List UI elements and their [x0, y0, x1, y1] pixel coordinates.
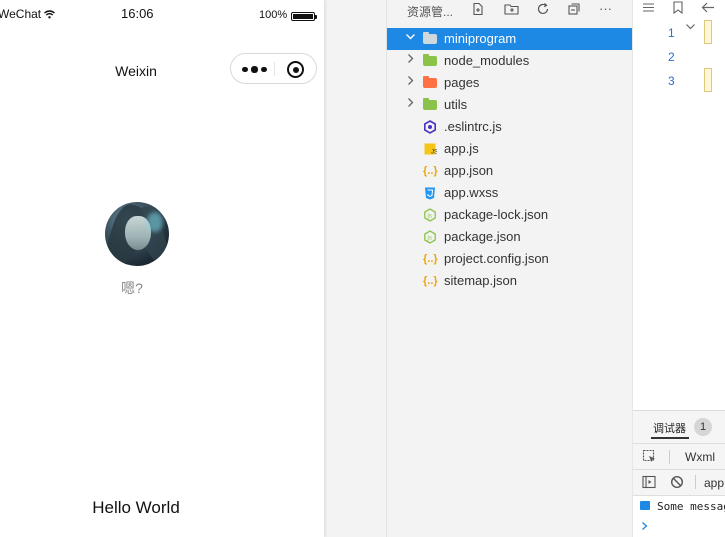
tree-item-miniprogram[interactable]: miniprogram — [387, 28, 633, 50]
tree-item-utils[interactable]: utils — [387, 94, 633, 116]
hello-text: Hello World — [92, 498, 180, 517]
explorer-toolbar: 资源管... ··· — [387, 0, 633, 22]
tree-item-package-lock[interactable]: js package-lock.json — [387, 204, 633, 226]
count-badge: 1 — [694, 418, 712, 436]
tab-debugger[interactable]: 调试器 — [653, 420, 686, 436]
new-file-icon[interactable] — [471, 2, 485, 19]
status-time: 16:06 — [121, 6, 154, 21]
list-icon[interactable] — [642, 1, 655, 17]
bookmark-icon[interactable] — [672, 1, 684, 17]
css-file-icon — [423, 186, 437, 200]
file-tree: miniprogram node_modules pages utils .es… — [387, 28, 633, 292]
line-number: 3 — [668, 74, 675, 88]
npm-file-icon: js — [423, 208, 437, 222]
tree-item-label: miniprogram — [444, 31, 517, 46]
svg-text:JS: JS — [431, 150, 437, 156]
tree-item-label: app.js — [444, 141, 479, 156]
tree-item-label: node_modules — [444, 53, 530, 68]
debug-panel: 调试器 1 Wxml app Some messag — [632, 410, 725, 537]
more-actions-icon[interactable]: ··· — [599, 2, 612, 16]
devtools-window: WeChat 16:06 100% Weixin 嗯? Hello World … — [0, 0, 725, 537]
tree-item-sitemap[interactable]: {..} sitemap.json — [387, 270, 633, 292]
tree-item-node-modules[interactable]: node_modules — [387, 50, 633, 72]
npm-file-icon: js — [423, 230, 437, 244]
message-icon — [640, 501, 650, 510]
folder-icon — [423, 32, 437, 46]
new-folder-icon[interactable] — [504, 2, 519, 19]
carrier-label: WeChat — [0, 7, 56, 21]
tree-item-eslintrc[interactable]: .eslintrc.js — [387, 116, 633, 138]
clear-console-icon[interactable] — [670, 475, 684, 494]
devtools-tabs: Wxml — [633, 443, 725, 469]
tree-item-package-json[interactable]: js package.json — [387, 226, 633, 248]
chevron-right-icon[interactable] — [405, 75, 416, 89]
node-folder-icon — [423, 54, 437, 68]
tree-item-project-config[interactable]: {..} project.config.json — [387, 248, 633, 270]
json-file-icon: {..} — [423, 165, 438, 177]
console-message: Some messag — [633, 495, 725, 517]
indent-guide — [704, 68, 712, 92]
console-toolbar: app — [633, 469, 725, 495]
chevron-down-icon[interactable] — [405, 31, 416, 45]
refresh-icon[interactable] — [536, 2, 550, 19]
tree-item-app-wxss[interactable]: app.wxss — [387, 182, 633, 204]
wifi-icon — [44, 10, 56, 19]
indent-guide — [704, 20, 712, 44]
back-arrow-icon[interactable] — [701, 1, 715, 17]
tree-item-label: pages — [444, 75, 480, 90]
tree-item-label: .eslintrc.js — [444, 119, 502, 134]
avatar[interactable] — [105, 202, 169, 266]
tree-item-label: sitemap.json — [444, 273, 517, 288]
tree-item-app-js[interactable]: JS app.js — [387, 138, 633, 160]
chevron-right-icon[interactable] — [405, 97, 416, 111]
more-icon[interactable] — [242, 66, 267, 73]
line-number: 2 — [668, 50, 675, 64]
pages-folder-icon — [423, 76, 437, 90]
capsule-divider — [274, 62, 275, 76]
tree-item-label: project.config.json — [444, 251, 549, 266]
svg-text:js: js — [427, 236, 432, 242]
battery-percent: 100% — [259, 9, 288, 21]
utils-folder-icon — [423, 98, 437, 112]
user-nickname: 嗯? — [121, 280, 143, 296]
eslint-icon — [423, 120, 437, 134]
code-editor[interactable]: 1 2 3 — [632, 0, 725, 410]
context-select[interactable]: app — [704, 476, 724, 490]
tree-item-label: package-lock.json — [444, 207, 549, 222]
json-file-icon: {..} — [423, 253, 438, 265]
simulator-panel: WeChat 16:06 100% Weixin 嗯? Hello World — [0, 0, 386, 537]
console-input[interactable] — [633, 517, 725, 537]
inspect-element-icon[interactable] — [642, 449, 657, 469]
explorer-title: 资源管... — [407, 5, 454, 19]
tab-wxml[interactable]: Wxml — [685, 450, 715, 464]
json-file-icon: {..} — [423, 275, 438, 287]
collapse-all-icon[interactable] — [567, 2, 581, 19]
phone-screen: WeChat 16:06 100% Weixin 嗯? Hello World — [0, 0, 324, 537]
active-tab-indicator — [651, 437, 689, 439]
file-explorer: 资源管... ··· miniprogram node_modules page… — [386, 0, 633, 537]
svg-text:js: js — [427, 214, 432, 220]
tree-item-label: utils — [444, 97, 468, 112]
close-target-icon[interactable] — [287, 61, 304, 78]
console-message-text: Some messag — [657, 500, 725, 513]
status-bar: WeChat 16:06 100% — [0, 0, 324, 24]
tree-item-pages[interactable]: pages — [387, 72, 633, 94]
capsule-menu[interactable] — [230, 53, 317, 84]
line-number: 1 — [668, 26, 675, 40]
show-sidebar-icon[interactable] — [642, 475, 656, 494]
editor-toolbar — [633, 0, 725, 20]
tree-item-label: app.json — [444, 163, 494, 178]
chevron-right-icon[interactable] — [405, 53, 416, 67]
toolbar-divider — [695, 475, 696, 489]
tree-item-label: package.json — [444, 229, 521, 244]
js-file-icon: JS — [423, 142, 438, 156]
prompt-chevron-icon — [641, 520, 649, 534]
tree-item-app-json[interactable]: {..} app.json — [387, 160, 633, 182]
toolbar-divider — [669, 450, 670, 464]
tree-item-label: app.wxss — [444, 185, 499, 200]
battery-icon — [291, 12, 317, 21]
chevron-down-icon[interactable] — [685, 21, 696, 35]
